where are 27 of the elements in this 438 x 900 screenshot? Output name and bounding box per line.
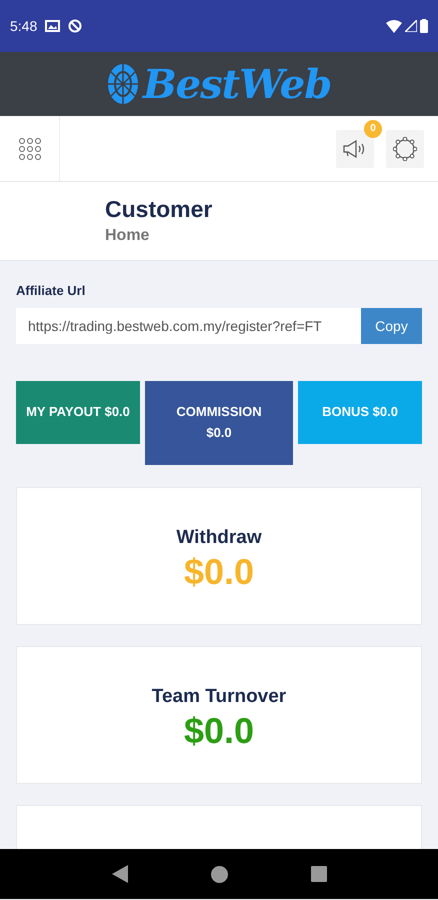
battery-icon: [420, 19, 428, 33]
copy-button[interactable]: Copy: [361, 308, 422, 344]
stat-value: $0.0: [184, 710, 254, 752]
summary-tile[interactable]: BONUS $0.0: [298, 381, 422, 444]
back-icon[interactable]: [112, 865, 128, 883]
globe-icon: [106, 63, 139, 105]
summary-tile[interactable]: MY PAYOUT $0.0: [16, 381, 140, 444]
url-field[interactable]: https://trading.bestweb.com.my/register?ref=FT: [16, 308, 361, 344]
stat-title: Withdraw: [176, 527, 262, 549]
summary-tile[interactable]: COMMISSION $0.0: [145, 381, 293, 465]
notification-badge: 0: [364, 120, 382, 138]
gear-icon: [393, 136, 417, 160]
recents-icon[interactable]: [310, 866, 326, 882]
home-icon[interactable]: [210, 866, 228, 882]
breadcrumb: Home: [105, 227, 150, 245]
stat-value: $0.0: [184, 551, 254, 593]
wifi-icon: [386, 20, 402, 32]
brand-logo: BestWeb: [142, 60, 332, 108]
signal-icon: [405, 20, 417, 32]
field-label: Affiliate Url: [16, 283, 86, 298]
apps-menu-icon[interactable]: [18, 138, 40, 160]
announcement-button[interactable]: [336, 130, 374, 168]
settings-button[interactable]: [386, 130, 424, 168]
clock: 5:48: [10, 18, 38, 34]
stat-title: Team Turnover: [152, 686, 286, 708]
image-icon: [45, 20, 60, 32]
page-title: Customer: [105, 196, 214, 223]
